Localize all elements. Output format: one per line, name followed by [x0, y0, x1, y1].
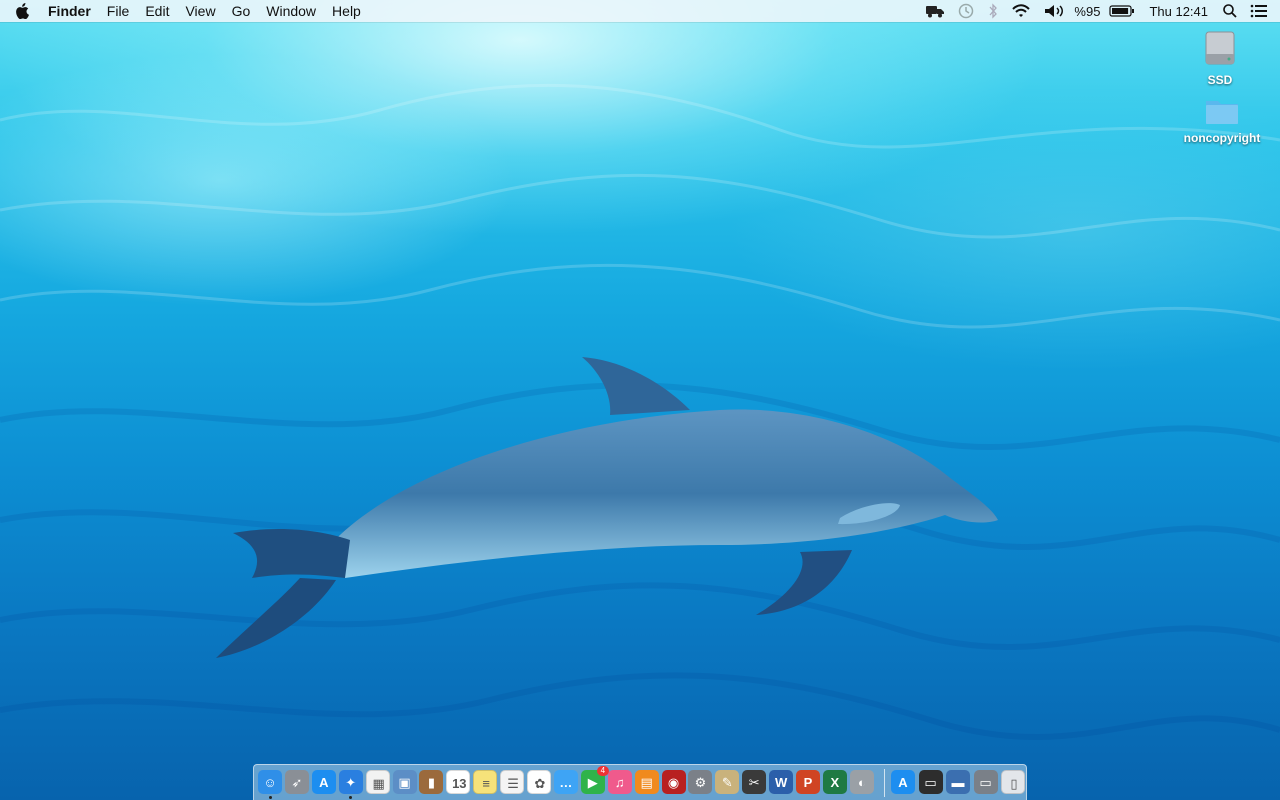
word-icon: W: [774, 774, 788, 790]
dolphin-illustration: [216, 357, 998, 658]
dock-app-textedit[interactable]: ✎: [715, 770, 740, 794]
dock-app-app-store-downloads[interactable]: A: [891, 770, 915, 794]
time-machine-icon[interactable]: [957, 0, 975, 22]
menu-help[interactable]: Help: [324, 0, 369, 22]
dock-app-word[interactable]: W: [769, 770, 794, 794]
menu-app-name[interactable]: Finder: [40, 0, 99, 22]
dock-app-system-preferences[interactable]: ⚙: [688, 770, 713, 794]
dock-app-reminders[interactable]: ☰: [500, 770, 525, 794]
wifi-icon[interactable]: [1011, 0, 1031, 22]
textedit-icon: ✎: [721, 774, 733, 790]
menu-window[interactable]: Window: [258, 0, 324, 22]
app-store-downloads-icon: A: [898, 774, 908, 790]
itunes-icon: ♫: [614, 774, 625, 790]
scanner-folder-icon: ▭: [979, 774, 992, 790]
clock[interactable]: Thu 12:41: [1149, 4, 1208, 19]
apple-logo-icon[interactable]: [12, 0, 32, 22]
desktop-icon-label: noncopyright: [1183, 131, 1261, 145]
dock-app-calculator[interactable]: ▦: [365, 770, 390, 794]
messages-icon: …: [559, 774, 573, 790]
preview-icon: ▣: [398, 774, 411, 790]
notification-center-icon[interactable]: [1250, 0, 1268, 22]
launchpad-icon: ➶: [291, 774, 303, 790]
dock-app-photo-booth[interactable]: ◉: [661, 770, 686, 794]
dock-app-scanner-folder[interactable]: ▭: [973, 770, 998, 794]
powerpoint-icon: P: [803, 774, 813, 790]
dock-app-photos[interactable]: ✿: [527, 770, 551, 794]
excel-icon: X: [830, 774, 840, 790]
bluetooth-icon[interactable]: [987, 0, 999, 22]
final-cut-pro-icon: ✂: [748, 774, 760, 790]
dock-app-messages[interactable]: …: [553, 770, 578, 794]
underwater-ripples: [0, 83, 1280, 740]
desktop-icon-noncopyright[interactable]: noncopyright: [1174, 96, 1270, 145]
dock-app-powerpoint[interactable]: P: [796, 770, 820, 794]
volume-icon[interactable]: [1043, 0, 1065, 22]
dock-app-contacts[interactable]: ▮: [419, 770, 444, 794]
dock-app-excel[interactable]: X: [822, 770, 847, 794]
finder-icon: ☺: [263, 774, 277, 790]
terminal-folder-icon: ▭: [924, 774, 937, 790]
dock-app-ibooks[interactable]: ▤: [634, 770, 659, 794]
hard-drive-icon: [1205, 31, 1235, 65]
notes-icon: ≡: [482, 775, 490, 791]
reminders-icon: ☰: [507, 775, 519, 791]
calculator-icon: ▦: [372, 775, 385, 791]
cards-folder-icon: ▬: [951, 774, 965, 790]
battery-percentage[interactable]: %95: [1074, 4, 1100, 19]
dock: ☺ ➶ A ✦ ▦ ▣ ▮ 13 ≡ ☰ ✿ … ▶ 4 ♫ ▤ ◉ ⚙ ✎ ✂ W P X ◐ A ▭ ▬ ▭ ▯: [253, 764, 1027, 800]
running-indicator: [268, 796, 272, 799]
photos-icon: ✿: [534, 775, 546, 791]
desktop-icon-label: SSD: [1207, 73, 1233, 87]
menu-file[interactable]: File: [99, 0, 138, 22]
dock-app-facetime[interactable]: ▶ 4: [580, 766, 609, 794]
photo-booth-icon: ◉: [667, 774, 680, 790]
disk-utility-icon: ◐: [857, 774, 866, 790]
safari-icon: ✦: [345, 774, 357, 790]
dock-app-preview[interactable]: ▣: [392, 770, 417, 794]
dock-app-finder[interactable]: ☺: [258, 770, 282, 794]
dock-separator: [884, 769, 885, 797]
dock-app-final-cut-pro[interactable]: ✂: [742, 770, 767, 794]
dock-app-calendar[interactable]: 13: [446, 770, 471, 794]
dock-app-disk-utility[interactable]: ◐: [849, 770, 874, 794]
dock-app-terminal-folder[interactable]: ▭: [918, 770, 943, 794]
dock-app-cards-folder[interactable]: ▬: [946, 770, 970, 794]
spotlight-search-icon[interactable]: [1222, 0, 1238, 22]
app-store-icon: A: [319, 774, 329, 790]
trash-icon: ▯: [1010, 775, 1018, 791]
calendar-icon: 13: [452, 775, 467, 791]
folder-icon: [1206, 101, 1238, 124]
truck-icon[interactable]: [925, 0, 945, 22]
dock-app-launchpad[interactable]: ➶: [284, 770, 309, 794]
system-preferences-icon: ⚙: [694, 774, 707, 790]
menu-bar: Finder File Edit View Go Window Help %95…: [0, 0, 1280, 22]
dock-app-notes[interactable]: ≡: [473, 770, 498, 794]
menu-view[interactable]: View: [177, 0, 223, 22]
dock-app-safari[interactable]: ✦: [338, 770, 363, 794]
dock-app-app-store[interactable]: A: [311, 770, 336, 794]
dock-app-itunes[interactable]: ♫: [607, 770, 632, 794]
menu-edit[interactable]: Edit: [137, 0, 177, 22]
desktop-icon-ssd[interactable]: SSD: [1172, 28, 1268, 87]
ibooks-icon: ▤: [640, 774, 653, 790]
desktop-wallpaper: [0, 0, 1280, 800]
battery-icon[interactable]: [1109, 0, 1135, 22]
dock-app-trash[interactable]: ▯: [1001, 770, 1025, 794]
menu-go[interactable]: Go: [224, 0, 259, 22]
contacts-icon: ▮: [427, 774, 435, 790]
running-indicator: [349, 796, 353, 799]
